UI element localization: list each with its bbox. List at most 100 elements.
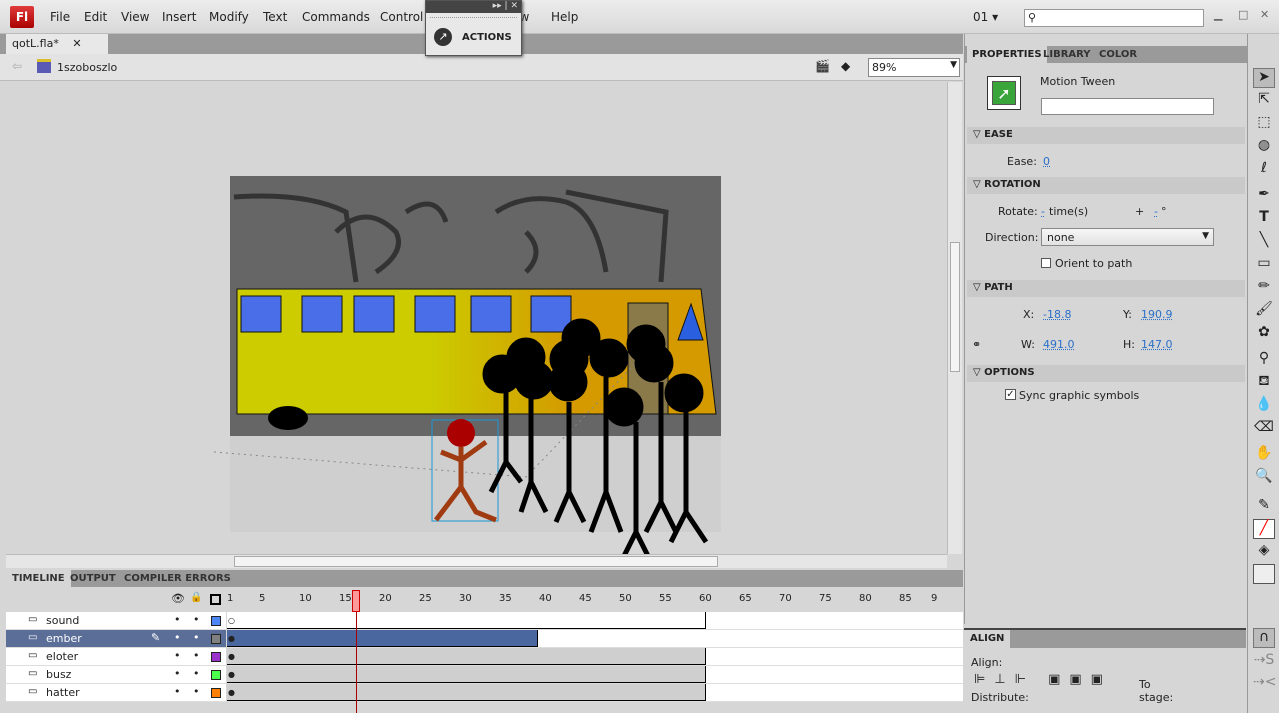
keyframe-dot[interactable]: ○: [228, 616, 235, 625]
tab-library[interactable]: LIBRARY: [1043, 49, 1091, 60]
link-icon[interactable]: ⚭: [972, 338, 981, 351]
deco-tool-icon[interactable]: ✿: [1253, 324, 1275, 344]
y-value[interactable]: 190.9: [1141, 308, 1173, 321]
layer-name[interactable]: ember: [46, 632, 82, 645]
menu-file[interactable]: File: [50, 10, 70, 24]
smooth-icon[interactable]: ⇢S: [1253, 652, 1275, 672]
keyframe-dot[interactable]: ●: [228, 634, 235, 643]
lock-dot[interactable]: •: [193, 685, 200, 698]
section-options[interactable]: ▽ OPTIONS: [967, 365, 1245, 382]
section-ease[interactable]: ▽ EASE: [967, 127, 1245, 144]
paint-bucket-tool-icon[interactable]: ⛾: [1253, 373, 1275, 393]
outline-icon[interactable]: [210, 594, 221, 605]
rotate-times-value[interactable]: -: [1041, 205, 1045, 218]
menu-edit[interactable]: Edit: [84, 10, 107, 24]
layer-frames[interactable]: ●: [227, 648, 963, 666]
direction-select[interactable]: none ▼: [1041, 228, 1214, 246]
layer-row[interactable]: ▭ ember ✎ • •: [6, 630, 226, 648]
scene-name[interactable]: 1szoboszlo: [57, 61, 117, 74]
layer-row[interactable]: ▭ sound • •: [6, 612, 226, 630]
close-tab-icon[interactable]: ✕: [72, 37, 81, 50]
layer-frames[interactable]: ●: [227, 630, 963, 648]
visibility-dot[interactable]: •: [174, 667, 181, 680]
layer-frames[interactable]: ○: [227, 612, 963, 630]
orient-to-path-label[interactable]: Orient to path: [1055, 257, 1132, 270]
lasso-tool-icon[interactable]: ℓ: [1253, 160, 1275, 180]
back-arrow-icon[interactable]: ⇦: [12, 59, 22, 73]
playhead[interactable]: [352, 590, 360, 612]
x-value[interactable]: -18.8: [1043, 308, 1071, 321]
lock-dot[interactable]: •: [193, 649, 200, 662]
close-icon[interactable]: ✕: [1260, 8, 1269, 21]
layer-frames[interactable]: ●: [227, 684, 963, 702]
align-buttons[interactable]: ⊫⊥⊩ ▣▣▣: [974, 672, 1112, 687]
search-input[interactable]: ⚲: [1024, 9, 1204, 27]
keyframe-dot[interactable]: ●: [228, 652, 235, 661]
fill-bucket-icon[interactable]: ◈: [1253, 542, 1275, 562]
edit-symbols-icon[interactable]: ◆: [841, 59, 850, 73]
layer-frames[interactable]: ●: [227, 666, 963, 684]
w-value[interactable]: 491.0: [1043, 338, 1075, 351]
lock-dot[interactable]: •: [193, 631, 200, 644]
menu-commands[interactable]: Commands: [302, 10, 370, 24]
lock-dot[interactable]: •: [193, 667, 200, 680]
menu-view[interactable]: View: [121, 10, 149, 24]
outline-color-swatch[interactable]: [211, 688, 221, 698]
section-path[interactable]: ▽ PATH: [967, 280, 1245, 297]
subselection-tool-icon[interactable]: ⇱: [1253, 91, 1275, 111]
layer-name[interactable]: hatter: [46, 686, 80, 699]
visibility-dot[interactable]: •: [174, 613, 181, 626]
pen-tool-icon[interactable]: ✒: [1253, 186, 1275, 206]
tab-color[interactable]: COLOR: [1099, 49, 1137, 60]
sync-label[interactable]: Sync graphic symbols: [1019, 389, 1139, 402]
ease-value[interactable]: 0: [1043, 155, 1050, 168]
menu-help[interactable]: Help: [551, 10, 578, 24]
menu-text[interactable]: Text: [263, 10, 287, 24]
outline-color-swatch[interactable]: [211, 634, 221, 644]
eye-icon[interactable]: 👁: [171, 592, 185, 605]
frame-span[interactable]: [227, 630, 538, 647]
outline-color-swatch[interactable]: [211, 670, 221, 680]
selection-tool-icon[interactable]: ➤: [1253, 68, 1275, 88]
frame-span[interactable]: [227, 666, 706, 683]
stage-canvas[interactable]: [6, 82, 947, 564]
layer-name[interactable]: busz: [46, 668, 71, 681]
frame-span[interactable]: [227, 684, 706, 701]
tab-timeline[interactable]: TIMELINE: [6, 570, 71, 587]
menu-insert[interactable]: Insert: [162, 10, 196, 24]
keyframe-dot[interactable]: ●: [228, 688, 235, 697]
layer-row[interactable]: ▭ eloter • •: [6, 648, 226, 666]
section-rotation[interactable]: ▽ ROTATION: [967, 177, 1245, 194]
hand-tool-icon[interactable]: ✋: [1253, 445, 1275, 465]
layer-row[interactable]: ▭ hatter • •: [6, 684, 226, 702]
frame-span[interactable]: [227, 612, 706, 629]
document-tab[interactable]: qotL.fla* ✕: [6, 34, 108, 54]
eyedropper-tool-icon[interactable]: 💧: [1253, 396, 1275, 416]
zoom-tool-icon[interactable]: 🔍: [1253, 468, 1275, 488]
frame-span[interactable]: [227, 648, 706, 665]
tab-output[interactable]: OUTPUT: [64, 570, 122, 587]
free-transform-tool-icon[interactable]: ⬚: [1253, 114, 1275, 134]
layer-name[interactable]: eloter: [46, 650, 78, 663]
outline-color-swatch[interactable]: [211, 652, 221, 662]
sync-checkbox[interactable]: ✓: [1005, 389, 1016, 400]
orient-to-path-checkbox[interactable]: [1041, 258, 1051, 268]
line-tool-icon[interactable]: ╲: [1253, 232, 1275, 252]
menu-modify[interactable]: Modify: [209, 10, 249, 24]
tab-properties[interactable]: PROPERTIES: [967, 46, 1047, 63]
h-value[interactable]: 147.0: [1141, 338, 1173, 351]
menu-control[interactable]: Control: [380, 10, 423, 24]
lock-icon[interactable]: 🔒: [190, 592, 202, 603]
panel-titlebar[interactable]: ▸▸ | ✕: [426, 1, 521, 13]
minimize-icon[interactable]: ▁: [1214, 8, 1222, 21]
straighten-icon[interactable]: ⇢<: [1253, 674, 1276, 694]
rectangle-tool-icon[interactable]: ▭: [1253, 255, 1275, 275]
maximize-icon[interactable]: □: [1238, 8, 1248, 21]
to-stage-label[interactable]: To stage:: [1139, 678, 1179, 704]
instance-name-input[interactable]: [1041, 98, 1214, 115]
edit-scene-icon[interactable]: 🎬: [815, 59, 830, 73]
pencil-tool-icon[interactable]: ✏: [1253, 278, 1275, 298]
layer-name[interactable]: sound: [46, 614, 79, 627]
workspace-switcher[interactable]: 01 ▾: [973, 10, 998, 24]
actions-label[interactable]: ACTIONS: [462, 32, 512, 43]
